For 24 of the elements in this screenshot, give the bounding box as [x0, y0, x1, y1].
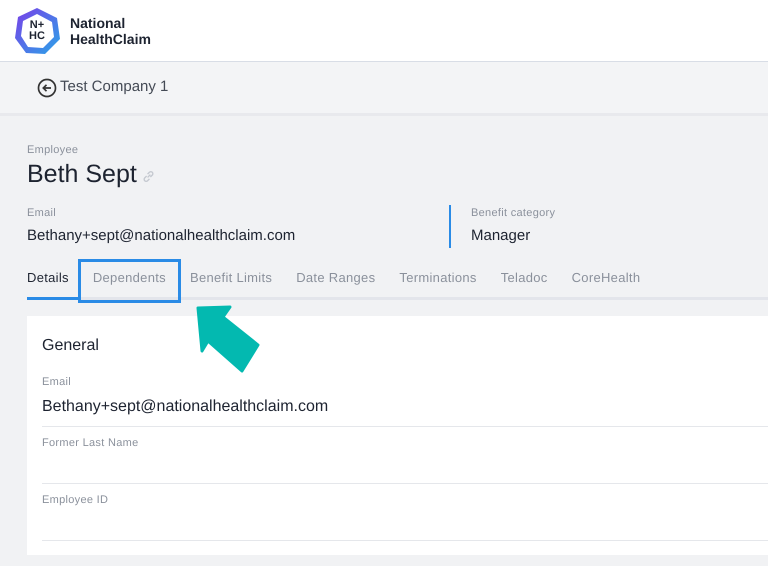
field-label: Employee ID [42, 492, 110, 508]
tab[interactable]: Date Ranges [284, 268, 388, 300]
brand-name: HealthClaim [70, 30, 151, 46]
tab[interactable]: CoreHealth [560, 268, 652, 300]
employee-name: Beth Sept [27, 158, 137, 188]
tab[interactable]: Teladoc [488, 268, 560, 300]
brand-name: National [70, 14, 126, 30]
field-label: Email [27, 206, 58, 220]
field-value: Bethany+sept@nationalhealthclaim.com [42, 396, 330, 416]
logo-letters: N+ [29, 20, 45, 30]
tab[interactable]: Dependents [80, 262, 178, 300]
field-value: Bethany+sept@nationalhealthclaim.com [27, 226, 296, 246]
tab[interactable]: Details [27, 268, 81, 300]
field-label: Benefit category [471, 206, 556, 220]
tab[interactable]: Benefit Limits [178, 268, 284, 300]
link-icon[interactable] [140, 168, 156, 184]
field-value: Manager [471, 226, 532, 246]
back-link[interactable]: Test Company 1 [37, 76, 168, 99]
logo-letters: HC [29, 30, 45, 42]
field-label: Former Last Name [42, 436, 140, 450]
tab[interactable]: Terminations [387, 268, 489, 300]
field-label: Employee [27, 143, 80, 158]
field-label: Email [42, 375, 72, 390]
section-title: General [42, 336, 100, 356]
